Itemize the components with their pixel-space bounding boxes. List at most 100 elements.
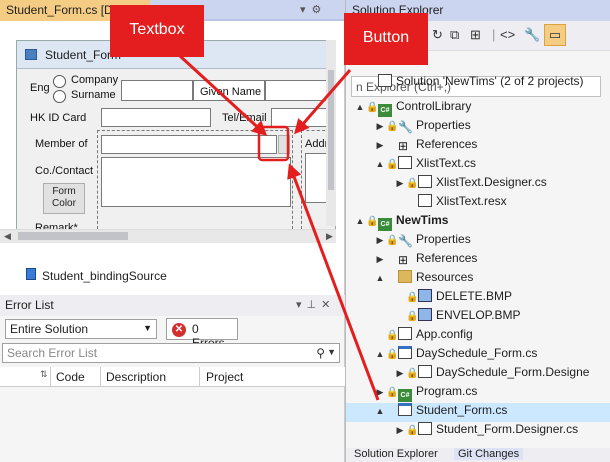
tree-item[interactable]: ▲ 🔒 DaySchedule_Form.cs: [346, 346, 610, 365]
tab-strip-icons[interactable]: ▾⚙: [300, 3, 327, 16]
tab-solution-explorer[interactable]: Solution Explorer: [354, 448, 438, 460]
tab-git-changes[interactable]: Git Changes: [454, 448, 524, 460]
button-callout: Button: [344, 13, 428, 65]
tree-item[interactable]: 🔒 App.config: [346, 327, 610, 346]
form-color-button[interactable]: Form Color: [43, 183, 85, 214]
search-icon[interactable]: ⚲: [316, 346, 325, 360]
gear-icon[interactable]: ⚙: [312, 4, 328, 16]
expand-arrow-icon[interactable]: ▲: [354, 216, 366, 226]
tree-item-label: XlistText.Designer.cs: [436, 175, 547, 189]
expand-arrow-icon[interactable]: ▶: [374, 121, 386, 132]
tree-item[interactable]: XlistText.resx: [346, 194, 610, 213]
tree-item[interactable]: Solution 'NewTims' (2 of 2 projects): [346, 74, 610, 93]
image-icon: [418, 289, 432, 302]
tree-item[interactable]: ▶ ⊞ References: [346, 251, 610, 270]
tree-item[interactable]: ▶ ⊞ References: [346, 137, 610, 156]
expand-arrow-icon[interactable]: ▶: [374, 235, 386, 246]
tree-item[interactable]: ▶ 🔒 Student_Form.Designer.cs: [346, 422, 610, 441]
tree-item[interactable]: ▲ 🔒 C# ControlLibrary: [346, 99, 610, 118]
dropdown-icon[interactable]: ▾: [296, 299, 307, 311]
tree-item[interactable]: ▲ Resources: [346, 270, 610, 289]
tree-item[interactable]: 🔒 DELETE.BMP: [346, 289, 610, 308]
wrench-icon: 🔧: [398, 120, 413, 134]
show-all-files-icon[interactable]: ⊞: [470, 27, 481, 43]
tree-item-label: Resources: [416, 270, 474, 284]
config-icon: [398, 327, 412, 340]
tree-item-label: App.config: [416, 327, 473, 341]
preview-selected-icon[interactable]: ▭: [544, 24, 566, 46]
surname-textbox[interactable]: [121, 80, 193, 101]
error-search-input[interactable]: Search Error List ⚲ ▼: [2, 343, 340, 363]
lock-icon: 🔒: [406, 425, 419, 436]
lock-icon: 🔒: [406, 178, 419, 189]
tree-item[interactable]: ▶ 🔒🔧 Properties: [346, 118, 610, 137]
file-icon: [418, 175, 432, 188]
properties-wrench-icon[interactable]: 🔧: [524, 27, 540, 43]
column-description[interactable]: Description: [106, 370, 166, 384]
error-list-window-icons[interactable]: ▾⊥✕: [296, 298, 335, 311]
lock-icon: 🔒: [386, 159, 399, 170]
tree-item[interactable]: ▶ 🔒 DaySchedule_Form.Designe: [346, 365, 610, 384]
search-options-icon[interactable]: ▼: [327, 347, 336, 357]
close-icon[interactable]: ✕: [321, 299, 335, 311]
form-icon: [398, 403, 412, 416]
error-list-panel: Error List ▾⊥✕ Entire Solution ▼ ✕ 0 Err…: [0, 295, 345, 462]
scroll-left-arrow-icon[interactable]: ◀: [4, 231, 11, 242]
designer-vertical-scroll-thumb[interactable]: [328, 70, 334, 190]
expand-arrow-icon[interactable]: ▲: [374, 273, 386, 283]
tree-item-label: XlistText.resx: [436, 194, 507, 208]
expand-arrow-icon[interactable]: ▶: [394, 368, 406, 379]
view-code-icon[interactable]: <>: [500, 27, 515, 42]
expand-arrow-icon[interactable]: ▶: [394, 425, 406, 436]
given-name-box[interactable]: Given Name: [193, 80, 265, 101]
error-scope-select[interactable]: Entire Solution ▼: [5, 319, 157, 339]
tree-item-label: DaySchedule_Form.cs: [416, 346, 538, 360]
expand-arrow-icon[interactable]: ▶: [374, 387, 386, 398]
surname-radio[interactable]: [53, 90, 66, 103]
designer-horizontal-scroll-thumb[interactable]: [18, 232, 128, 240]
hkid-textbox[interactable]: [101, 108, 211, 127]
expand-arrow-icon[interactable]: ▲: [374, 406, 386, 416]
tree-item[interactable]: ▶ 🔒 XlistText.Designer.cs: [346, 175, 610, 194]
expand-arrow-icon[interactable]: ▲: [354, 102, 366, 112]
expand-arrow-icon[interactable]: ▶: [374, 254, 386, 265]
collapse-all-icon[interactable]: ⧉: [450, 27, 459, 43]
expand-arrow-icon[interactable]: ▲: [374, 159, 386, 169]
scroll-right-arrow-icon[interactable]: ▶: [326, 231, 333, 242]
tree-item[interactable]: 🔒 ENVELOP.BMP: [346, 308, 610, 327]
file-icon: [418, 365, 432, 378]
tree-item[interactable]: ▲ 🔒 C# NewTims: [346, 213, 610, 232]
tel-email-label: Tel/Email: [222, 112, 267, 124]
lock-icon: 🔒: [386, 235, 399, 246]
tree-item[interactable]: ▲ 🔒 XlistText.cs: [346, 156, 610, 175]
member-of-textbox[interactable]: [101, 135, 277, 154]
co-contact-textbox[interactable]: [101, 157, 291, 207]
tree-item-label: Properties: [416, 232, 471, 246]
tree-item-label: ControlLibrary: [396, 99, 472, 113]
tree-item[interactable]: ▲ Student_Form.cs: [346, 403, 610, 422]
tree-item-label: References: [416, 251, 478, 265]
sort-icon[interactable]: ⇅: [40, 369, 48, 380]
errors-filter-button[interactable]: ✕ 0 Errors: [166, 318, 238, 350]
textbox-callout: Textbox: [110, 5, 204, 57]
refresh-icon[interactable]: ↻: [432, 27, 443, 43]
dropdown-icon[interactable]: ▾: [300, 4, 312, 16]
tree-item[interactable]: ▶ 🔒 C# Program.cs: [346, 384, 610, 403]
expand-arrow-icon[interactable]: ▲: [374, 349, 386, 359]
company-radio[interactable]: [53, 75, 66, 88]
tree-item[interactable]: ▶ 🔒🔧 Properties: [346, 232, 610, 251]
lock-icon: 🔒: [386, 121, 399, 132]
form-icon: [398, 346, 412, 359]
hkid-label: HK ID Card: [30, 112, 87, 124]
csharp-file-icon: C#: [398, 389, 412, 402]
user-control-icon: [398, 156, 412, 169]
expand-arrow-icon[interactable]: ▶: [374, 140, 386, 151]
member-of-button[interactable]: [278, 135, 290, 154]
file-icon: [418, 194, 432, 207]
expand-arrow-icon[interactable]: ▶: [394, 178, 406, 189]
binding-source-label[interactable]: Student_bindingSource: [42, 269, 167, 283]
column-project[interactable]: Project: [206, 370, 243, 384]
csharp-project-icon: C#: [378, 104, 392, 117]
pin-icon[interactable]: ⊥: [307, 299, 322, 311]
column-code[interactable]: Code: [56, 370, 85, 384]
